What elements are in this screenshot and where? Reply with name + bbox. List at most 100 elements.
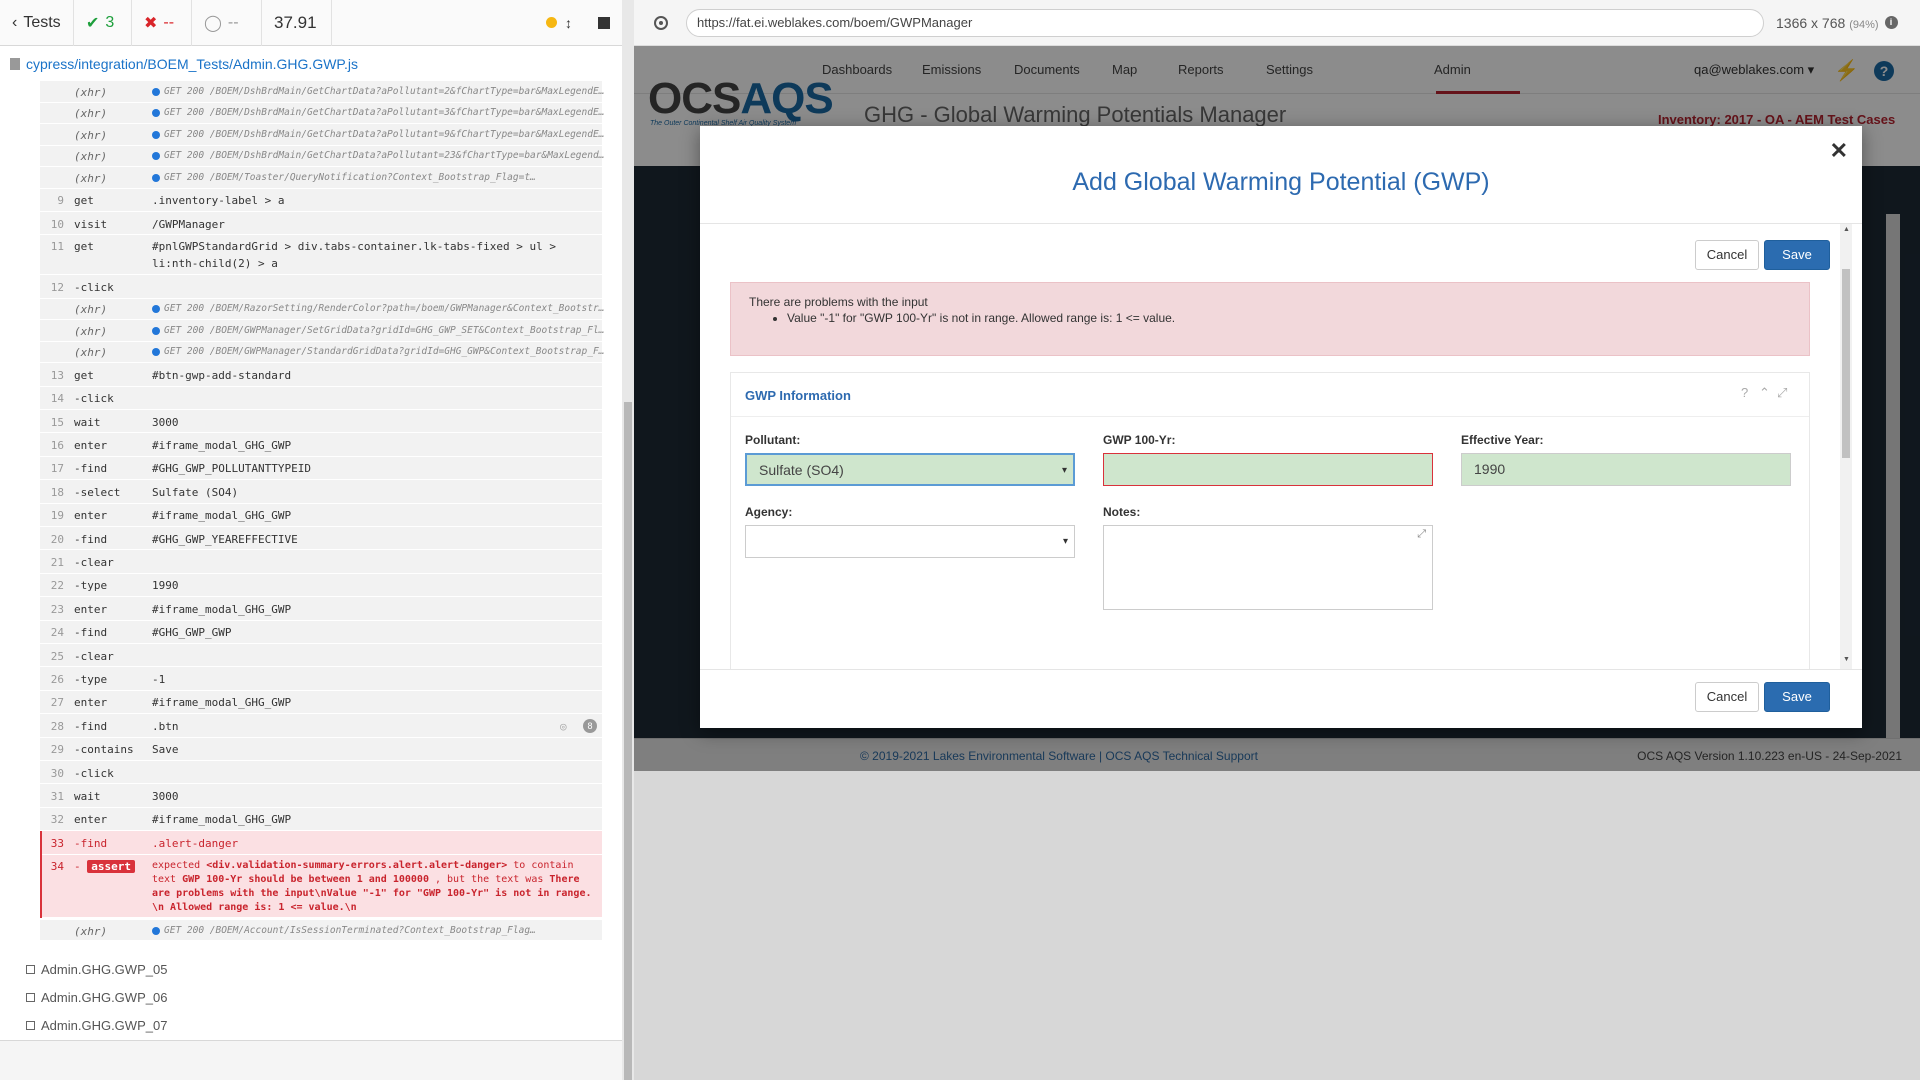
log-command: get xyxy=(74,240,94,254)
cancel-button-top[interactable]: Cancel xyxy=(1695,240,1759,270)
log-message: GET 200 /BOEM/Toaster/QueryNotification?… xyxy=(164,171,536,183)
command-log-row[interactable]: 16 enter #iframe_modal_GHG_GWP xyxy=(40,433,602,457)
command-log-row[interactable]: 18 -select Sulfate (SO4) xyxy=(40,480,602,504)
command-log-row[interactable]: 26 -type -1 xyxy=(40,667,602,691)
gwp-input[interactable] xyxy=(1103,453,1433,486)
notes-label: Notes: xyxy=(1103,505,1141,519)
notes-textarea[interactable]: ⤢ xyxy=(1103,525,1433,610)
xhr-dot-icon xyxy=(152,926,160,935)
xhr-log-row[interactable]: (xhr) GET 200 /BOEM/DshBrdMain/GetChartDa… xyxy=(40,145,604,167)
command-log-row[interactable]: 23 enter #iframe_modal_GHG_GWP xyxy=(40,597,602,621)
scroll-toggle-icon[interactable]: ↕ xyxy=(565,15,572,31)
test-label: Admin.GHG.GWP_07 xyxy=(41,1018,168,1033)
command-log-row[interactable]: 22 -type 1990 xyxy=(40,573,602,598)
log-command: (xhr) xyxy=(74,128,108,142)
log-command: wait xyxy=(74,790,101,804)
xhr-log-row[interactable]: (xhr) GET 200 /BOEM/GWPManager/StandardGr… xyxy=(40,341,604,364)
save-button-top[interactable]: Save xyxy=(1764,240,1830,270)
command-log-row[interactable]: 17 -find #GHG_GWP_POLLUTANTTYPEID xyxy=(40,456,602,481)
log-number: 21 xyxy=(50,556,64,570)
effective-year-input[interactable]: 1990 xyxy=(1461,453,1791,486)
checkbox-icon xyxy=(26,993,35,1002)
viewport-info: 1366 x 768 (94%) xyxy=(1776,14,1879,31)
expand-icon[interactable]: ⤢ xyxy=(1777,385,1787,401)
url-bar[interactable]: https://fat.ei.weblakes.com/boem/GWPMana… xyxy=(686,8,1764,37)
log-message: #iframe_modal_GHG_GWP xyxy=(152,813,292,827)
command-log-row[interactable]: 27 enter #iframe_modal_GHG_GWP xyxy=(40,690,602,715)
log-message: GET 200 /BOEM/DshBrdMain/GetChartData?aP… xyxy=(164,128,605,140)
log-command: -click xyxy=(74,280,114,294)
agency-select[interactable]: ▾ xyxy=(745,525,1075,558)
command-log-row[interactable]: 32 enter #iframe_modal_GHG_GWP xyxy=(40,807,602,832)
save-button[interactable]: Save xyxy=(1764,682,1830,712)
xhr-log-row[interactable]: (xhr) GET 200 /BOEM/GWPManager/SetGridDat… xyxy=(40,320,604,342)
selector-playground-icon[interactable] xyxy=(654,15,668,30)
command-log-row[interactable]: 10 visit/GWPManager xyxy=(40,211,602,236)
command-log-row[interactable]: 28 -find .btn ◎ 8 xyxy=(40,714,602,738)
aut-header: https://fat.ei.weblakes.com/boem/GWPMana… xyxy=(634,0,1920,46)
command-log-row[interactable]: 29 -contains Save xyxy=(40,737,602,761)
failed-count: ✖ -- xyxy=(132,0,192,46)
command-log-row[interactable]: 13 get #btn-gwp-add-standard xyxy=(40,363,602,387)
command-log-row[interactable]: 12 -click xyxy=(40,275,602,299)
close-icon[interactable]: ✕ xyxy=(1830,138,1848,164)
scroll-down-icon[interactable]: ▼ xyxy=(1843,656,1850,663)
test-item[interactable]: Admin.GHG.GWP_06 xyxy=(26,990,167,1005)
command-log-row[interactable]: 31 wait 3000 xyxy=(40,784,602,808)
command-log-row[interactable]: 15 wait 3000 xyxy=(40,410,602,434)
log-command: (xhr) xyxy=(74,107,108,121)
log-number: 24 xyxy=(50,626,64,640)
tests-back-button[interactable]: ‹ Tests xyxy=(0,0,74,46)
test-item[interactable]: Admin.GHG.GWP_05 xyxy=(26,962,167,977)
xhr-log-row[interactable]: (xhr) GET 200 /BOEM/Toaster/QueryNotifica… xyxy=(40,167,602,189)
xhr-log-row[interactable]: (xhr) GET 200 /BOEM/Account/IsSessionTerm… xyxy=(40,919,602,942)
log-message: #iframe_modal_GHG_GWP xyxy=(152,602,292,616)
log-message: #GHG_GWP_GWP xyxy=(152,626,232,640)
stop-icon[interactable] xyxy=(598,16,610,29)
collapse-icon[interactable]: ⌃ xyxy=(1759,385,1770,401)
resize-icon[interactable]: ⤢ xyxy=(1417,528,1426,541)
cancel-button[interactable]: Cancel xyxy=(1695,682,1759,712)
log-command: -find xyxy=(74,532,108,546)
test-item[interactable]: Admin.GHG.GWP_07 xyxy=(26,1018,167,1033)
log-number: 9 xyxy=(57,194,64,208)
modal-scrollbar-thumb[interactable] xyxy=(1842,269,1850,458)
info-icon[interactable]: i xyxy=(1884,16,1898,29)
alert-heading: There are problems with the input xyxy=(749,295,928,309)
spec-path[interactable]: cypress/integration/BOEM_Tests/Admin.GHG… xyxy=(0,47,634,81)
xhr-log-row[interactable]: (xhr) GET 200 /BOEM/RazorSetting/RenderCo… xyxy=(40,298,604,321)
log-message: .inventory-label > a xyxy=(152,194,285,208)
log-number: 29 xyxy=(50,743,64,757)
command-log-row[interactable]: 25 -clear xyxy=(40,644,602,668)
log-command: (xhr) xyxy=(74,303,108,317)
log-command: -clear xyxy=(74,649,114,663)
check-icon: ✔ xyxy=(86,14,100,32)
assert-error-row[interactable]: 34 - assert expected <div.validation-summa… xyxy=(40,854,602,918)
circle-icon: ◯ xyxy=(204,14,222,32)
command-log-row[interactable]: 24 -find #GHG_GWP_GWP xyxy=(40,620,602,644)
command-log-row[interactable]: 19 enter #iframe_modal_GHG_GWP xyxy=(40,503,602,527)
question-icon[interactable]: ? xyxy=(1741,385,1748,400)
log-message: #GHG_GWP_POLLUTANTTYPEID xyxy=(152,462,311,476)
command-log-row[interactable]: 20 -find #GHG_GWP_YEAREFFECTIVE xyxy=(40,527,602,551)
command-log-row[interactable]: 33 -find .alert-danger xyxy=(40,831,602,855)
assert-text-expected: expected xyxy=(152,859,201,871)
command-log-row[interactable]: 9 get .inventory-label > a xyxy=(40,188,602,212)
log-message: Save xyxy=(152,743,179,757)
command-log-row[interactable]: 14 -click xyxy=(40,386,602,410)
pollutant-select[interactable]: Sulfate (SO4) ▾ xyxy=(745,453,1075,486)
command-log-row[interactable]: 21 -clear xyxy=(40,550,602,574)
command-log-row[interactable]: 30 -click xyxy=(40,761,602,785)
xhr-dot-icon xyxy=(152,109,160,118)
log-command: -clear xyxy=(74,556,114,570)
command-log-row[interactable]: 11 get #pnlGWPStandardGrid > div.tabs-cont… xyxy=(40,235,602,276)
log-number: 10 xyxy=(50,217,64,231)
xhr-log-row[interactable]: (xhr) GET 200 /BOEM/DshBrdMain/GetChartDa… xyxy=(40,102,604,124)
xhr-log-row[interactable]: (xhr) GET 200 /BOEM/DshBrdMain/GetChartDa… xyxy=(40,81,604,103)
log-number: 25 xyxy=(50,649,64,663)
xhr-log-row[interactable]: (xhr) GET 200 /BOEM/DshBrdMain/GetChartDa… xyxy=(40,124,605,146)
eye-hidden-icon: ◎ xyxy=(560,719,567,733)
panel-title: GWP Information xyxy=(745,388,851,403)
scroll-up-icon[interactable]: ▲ xyxy=(1843,226,1850,233)
reporter-scrollbar[interactable] xyxy=(624,402,632,1080)
